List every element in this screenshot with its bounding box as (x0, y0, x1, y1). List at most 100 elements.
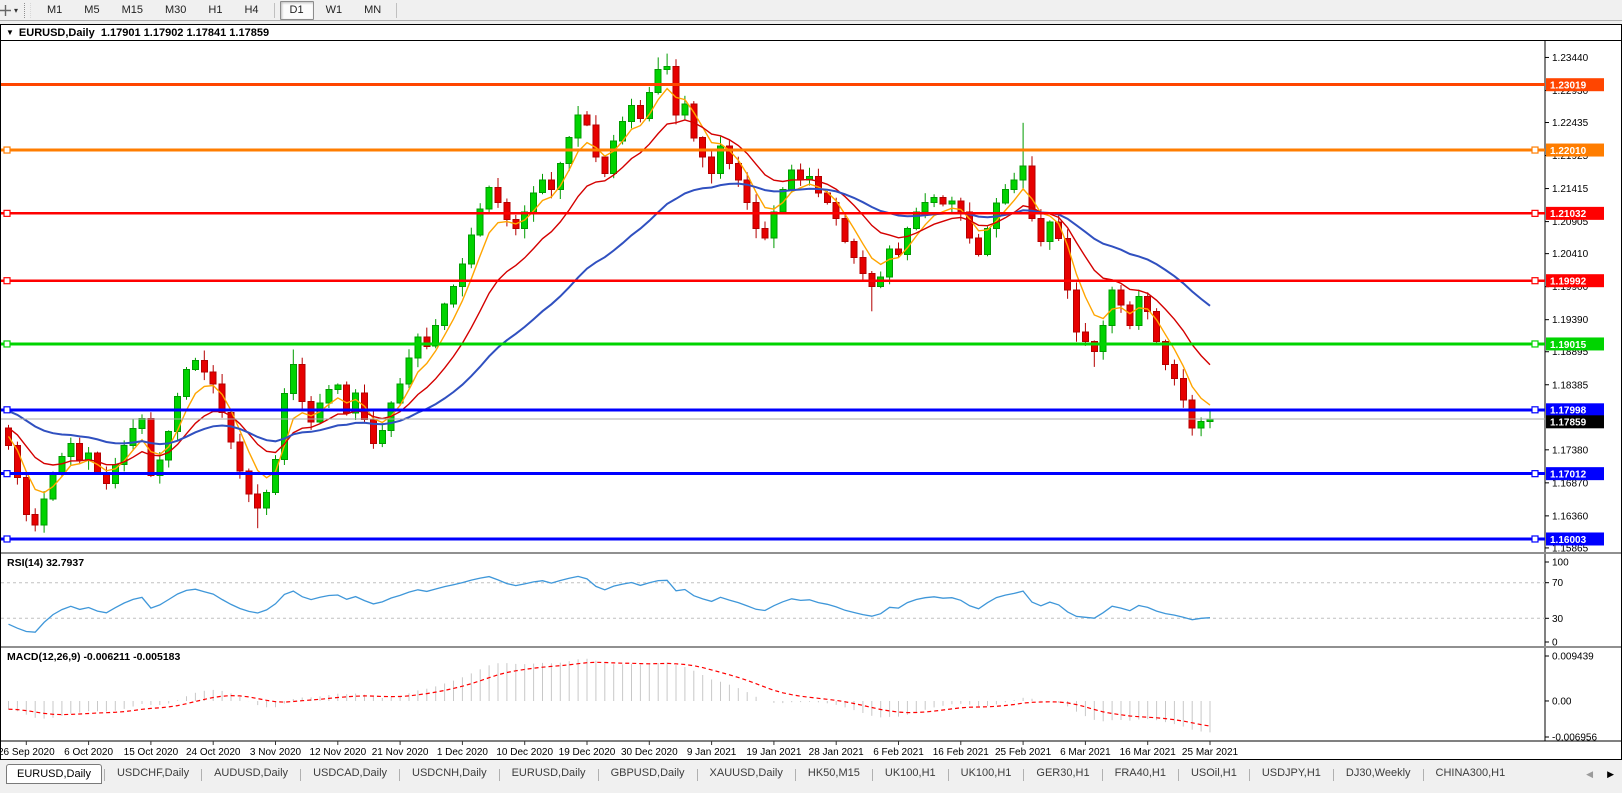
date-label[interactable]: 16 Feb 2021 (933, 747, 990, 758)
chart-tab-11[interactable]: GER30,H1 (1026, 765, 1099, 782)
timeframe-button-M1[interactable]: M1 (37, 1, 72, 20)
level-price-badge-label: 1.21032 (1550, 209, 1587, 220)
panel-separator[interactable] (1, 646, 1621, 648)
price-tick-label: 1.21415 (1552, 184, 1589, 195)
tab-separator (300, 769, 301, 781)
symbol-dropdown-icon[interactable]: ▼ (6, 28, 14, 37)
hline-handle[interactable] (4, 147, 10, 153)
date-label[interactable]: 6 Mar 2021 (1060, 747, 1111, 758)
hline-handle[interactable] (1532, 147, 1538, 153)
level-price-badge-label: 1.22010 (1550, 146, 1587, 157)
timeframe-button-M5[interactable]: M5 (74, 1, 109, 20)
price-tick-label: 1.16360 (1552, 511, 1589, 522)
timeframe-button-M30[interactable]: M30 (155, 1, 196, 20)
hline-handle[interactable] (1532, 536, 1538, 542)
macd-tick-label: 0.00 (1552, 696, 1572, 707)
date-label[interactable]: 30 Dec 2020 (621, 747, 678, 758)
rsi-tick-label: 100 (1552, 558, 1569, 569)
chart-tab-7[interactable]: XAUUSD,Daily (700, 765, 793, 782)
date-label[interactable]: 26 Sep 2020 (1, 747, 55, 758)
tab-separator (1178, 769, 1179, 781)
date-label[interactable]: 21 Nov 2020 (372, 747, 429, 758)
hline-handle[interactable] (4, 407, 10, 413)
current-price-badge-label: 1.17859 (1550, 418, 1587, 429)
hline-handle[interactable] (4, 210, 10, 216)
hline-handle[interactable] (4, 536, 10, 542)
price-chart[interactable]: 1.234401.229301.224351.219251.214151.209… (1, 41, 1621, 759)
date-label[interactable]: 25 Feb 2021 (995, 747, 1052, 758)
tab-separator (795, 769, 796, 781)
hline-handle[interactable] (4, 471, 10, 477)
candles (6, 54, 1214, 533)
date-label[interactable]: 12 Nov 2020 (309, 747, 366, 758)
price-tick-label: 1.19390 (1552, 315, 1589, 326)
chart-tab-4[interactable]: USDCNH,Daily (402, 765, 497, 782)
chart-tab-10[interactable]: UK100,H1 (951, 765, 1022, 782)
chart-tab-2[interactable]: AUDUSD,Daily (204, 765, 298, 782)
chart-tab-9[interactable]: UK100,H1 (875, 765, 946, 782)
chart-tab-12[interactable]: FRA40,H1 (1105, 765, 1176, 782)
top-toolbar: ▾ M1M5M15M30H1H4 D1W1MN (0, 0, 1622, 21)
tab-separator (1102, 769, 1103, 781)
toolbar-dropdown-icon[interactable]: ▾ (14, 6, 18, 15)
tab-separator (598, 769, 599, 781)
toolbar-separator (396, 3, 397, 18)
chart-tab-6[interactable]: GBPUSD,Daily (601, 765, 695, 782)
macd-tick-label: -0.006956 (1552, 733, 1597, 744)
hline-handle[interactable] (1532, 407, 1538, 413)
tabs-scroll-left-icon[interactable]: ◀ (1586, 769, 1593, 780)
chart-tab-8[interactable]: HK50,M15 (798, 765, 870, 782)
price-tick-label: 1.18385 (1552, 380, 1589, 391)
date-label[interactable]: 19 Jan 2021 (746, 747, 801, 758)
hline-handle[interactable] (1532, 210, 1538, 216)
chart-tab-5[interactable]: EURUSD,Daily (502, 765, 596, 782)
chart-tab-14[interactable]: USDJPY,H1 (1252, 765, 1331, 782)
date-label[interactable]: 9 Jan 2021 (687, 747, 737, 758)
timeframe-button-H4[interactable]: H4 (234, 1, 268, 20)
tab-separator (1423, 769, 1424, 781)
chart-tab-1[interactable]: USDCHF,Daily (107, 765, 199, 782)
price-tick-label: 1.17380 (1552, 445, 1589, 456)
date-label[interactable]: 16 Mar 2021 (1120, 747, 1177, 758)
chart-tab-16[interactable]: CHINA300,H1 (1426, 765, 1516, 782)
date-label[interactable]: 6 Feb 2021 (873, 747, 924, 758)
tab-separator (1249, 769, 1250, 781)
hline-handle[interactable] (1532, 341, 1538, 347)
timeframe-button-D1[interactable]: D1 (280, 1, 314, 20)
crosshair-tool-icon[interactable] (0, 2, 13, 18)
level-price-badge-label: 1.17012 (1550, 469, 1587, 480)
date-label[interactable]: 3 Nov 2020 (250, 747, 302, 758)
tab-separator (201, 769, 202, 781)
date-label[interactable]: 19 Dec 2020 (559, 747, 616, 758)
price-tick-label: 1.22435 (1552, 118, 1589, 129)
chart-tab-0[interactable]: EURUSD,Daily (6, 764, 102, 784)
chart-tab-3[interactable]: USDCAD,Daily (303, 765, 397, 782)
date-label[interactable]: 10 Dec 2020 (496, 747, 553, 758)
chart-tab-13[interactable]: USOil,H1 (1181, 765, 1247, 782)
panel-separator[interactable] (1, 552, 1621, 554)
timeframe-button-W1[interactable]: W1 (316, 1, 353, 20)
date-label[interactable]: 25 Mar 2021 (1182, 747, 1239, 758)
date-label[interactable]: 24 Oct 2020 (186, 747, 241, 758)
level-price-badge-label: 1.16003 (1550, 535, 1587, 546)
macd-histogram (9, 659, 1211, 733)
tabs-scroll-right-icon[interactable]: ▶ (1607, 769, 1614, 780)
hline-handle[interactable] (4, 341, 10, 347)
timeframe-button-MN[interactable]: MN (354, 1, 391, 20)
chart-tab-15[interactable]: DJ30,Weekly (1336, 765, 1421, 782)
hline-handle[interactable] (4, 278, 10, 284)
macd-signal-line (9, 662, 1211, 726)
timeframe-button-M15[interactable]: M15 (112, 1, 153, 20)
date-label[interactable]: 6 Oct 2020 (64, 747, 113, 758)
rsi-line (9, 576, 1211, 632)
hline-handle[interactable] (1532, 471, 1538, 477)
date-label[interactable]: 15 Oct 2020 (124, 747, 179, 758)
level-price-badge-label: 1.23019 (1550, 81, 1587, 92)
date-label[interactable]: 28 Jan 2021 (809, 747, 864, 758)
toolbar-grip[interactable] (24, 3, 31, 18)
tab-separator (399, 769, 400, 781)
level-price-badge-label: 1.19992 (1550, 277, 1587, 288)
hline-handle[interactable] (1532, 278, 1538, 284)
timeframe-button-H1[interactable]: H1 (198, 1, 232, 20)
date-label[interactable]: 1 Dec 2020 (437, 747, 489, 758)
